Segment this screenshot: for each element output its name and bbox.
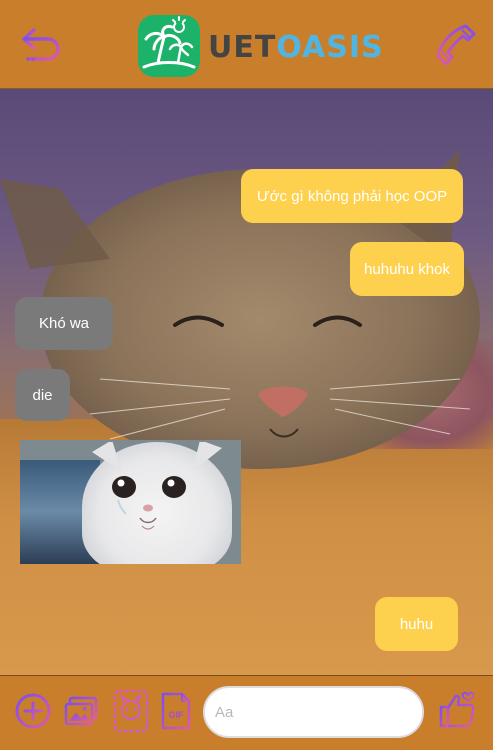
message-outgoing[interactable]: Ước gì không phải học OOP <box>241 169 463 223</box>
add-button[interactable] <box>14 692 52 735</box>
back-button[interactable] <box>20 24 64 64</box>
gif-button[interactable]: GIF <box>160 691 192 736</box>
message-incoming[interactable]: die <box>15 369 70 421</box>
crying-cat-face <box>92 442 222 530</box>
app-name: UETOASIS <box>208 30 384 65</box>
call-button[interactable] <box>430 22 478 70</box>
like-button[interactable] <box>438 689 478 734</box>
message-text: huhuhu khok <box>364 260 450 278</box>
sticker-icon <box>113 689 149 733</box>
back-arrow-icon <box>22 28 60 61</box>
app-logo <box>138 15 200 77</box>
message-text: Khó wa <box>38 315 90 332</box>
palm-island-icon <box>142 16 196 69</box>
message-composer: GIF <box>0 675 493 750</box>
gallery-button[interactable] <box>64 696 98 733</box>
sticker-button[interactable] <box>112 688 150 739</box>
message-image-crying-cat[interactable] <box>20 440 241 564</box>
gif-icon: GIF <box>161 692 191 730</box>
thumbs-up-heart-icon <box>439 691 475 728</box>
message-outgoing[interactable]: huhuhu khok <box>350 242 464 296</box>
message-outgoing[interactable]: huhu <box>375 597 458 651</box>
app-name-oasis: OASIS <box>276 30 384 65</box>
message-text: Ước gì không phải học OOP <box>256 187 448 205</box>
add-icon <box>15 693 51 729</box>
message-text: huhu <box>399 615 434 633</box>
gif-label: GIF <box>169 710 185 720</box>
phone-icon <box>436 24 476 66</box>
app-name-uet: UET <box>208 30 277 65</box>
message-text: die <box>32 386 53 404</box>
chat-messages[interactable]: Ước gì không phải học OOP huhuhu khok Kh… <box>0 89 493 675</box>
chat-header: UETOASIS <box>0 0 493 89</box>
message-incoming[interactable]: Khó wa <box>15 297 113 350</box>
image-gallery-icon <box>64 696 98 726</box>
message-input[interactable] <box>203 686 424 738</box>
